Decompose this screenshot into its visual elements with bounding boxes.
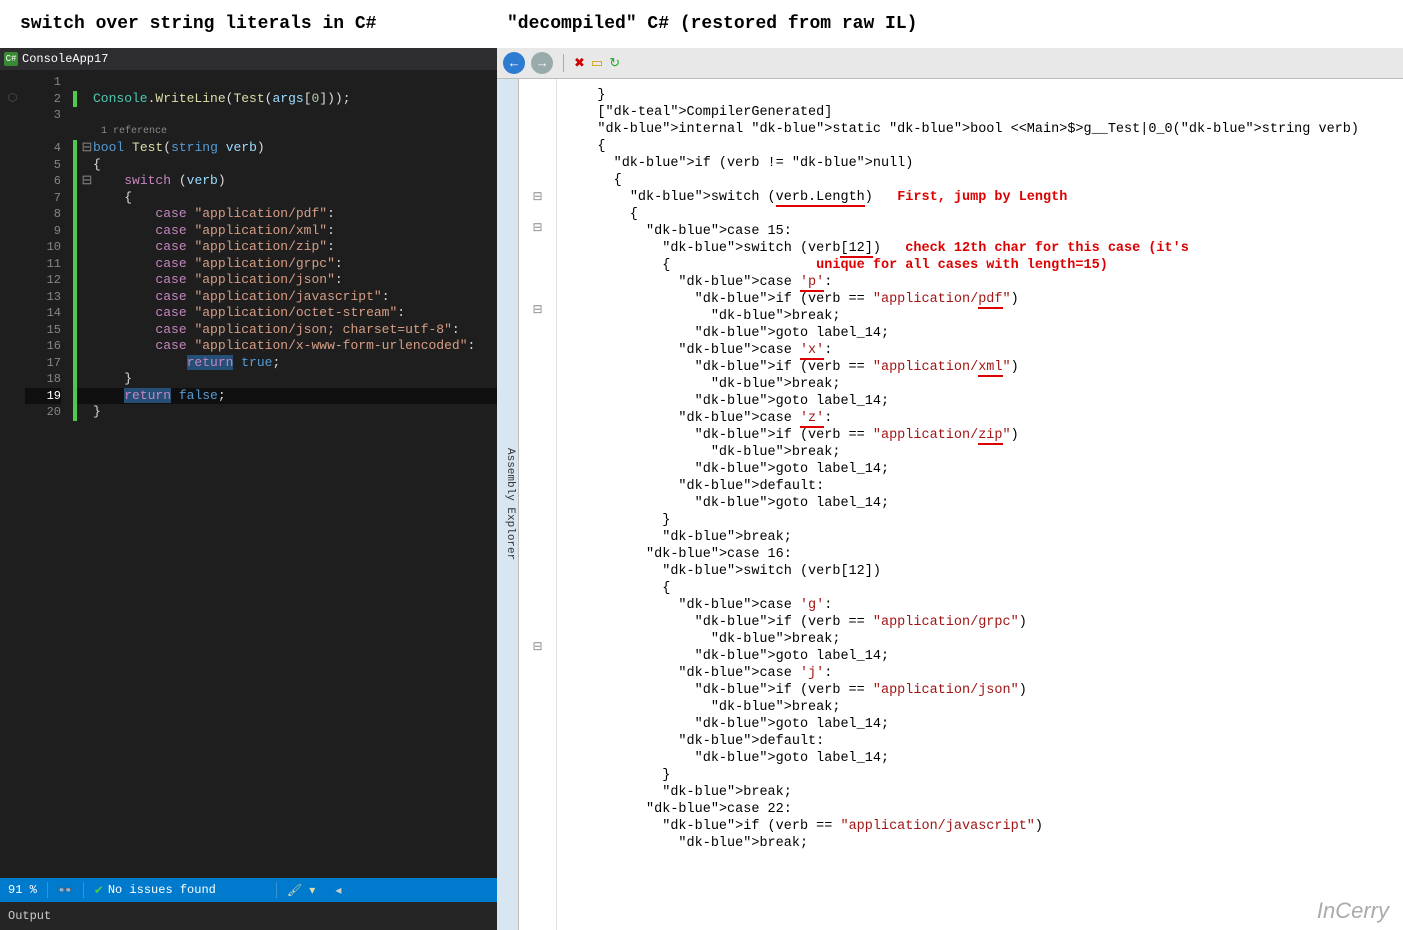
right-title: "decompiled" C# (restored from raw IL) bbox=[497, 0, 1403, 48]
decompiled-code[interactable]: } ["dk-teal">CompilerGenerated] "dk-blue… bbox=[557, 79, 1403, 930]
decompiler-toolbar: ← → ✖ ▭ ↻ bbox=[497, 48, 1403, 79]
csharp-icon: C# bbox=[4, 52, 18, 66]
refresh-icon[interactable]: ↻ bbox=[609, 56, 620, 71]
codelens-references[interactable]: 1 reference bbox=[81, 124, 167, 141]
fold-icon[interactable]: ⊟ bbox=[81, 173, 93, 190]
assembly-explorer-tab[interactable]: Assembly Explorer bbox=[497, 79, 519, 930]
check-icon: ✔ bbox=[94, 883, 104, 898]
nav-forward-button[interactable]: → bbox=[531, 52, 553, 74]
fold-gutter[interactable]: ⊟ ⊟ ⊟ ⊟ bbox=[519, 79, 557, 930]
editor-tab-bar[interactable]: C# ConsoleApp17 bbox=[0, 48, 497, 70]
source-editor-panel: switch over string literals in C# C# Con… bbox=[0, 0, 497, 930]
clear-icon[interactable]: ✖ bbox=[574, 56, 585, 71]
decompiler-panel: "decompiled" C# (restored from raw IL) ←… bbox=[497, 0, 1403, 930]
line-number-gutter[interactable]: 123 456 789 101112 131415 161718 1920 bbox=[25, 70, 73, 878]
glasses-icon[interactable]: 👓 bbox=[58, 883, 73, 898]
watermark: InCerry bbox=[1317, 898, 1389, 924]
zoom-level[interactable]: 91 % bbox=[8, 883, 37, 897]
code-content[interactable]: Console.WriteLine(Test(args[0])); 1 refe… bbox=[73, 70, 497, 878]
tab-name[interactable]: ConsoleApp17 bbox=[22, 52, 108, 66]
issues-status[interactable]: No issues found bbox=[108, 883, 216, 897]
caret-left-icon[interactable]: ◂ bbox=[335, 883, 341, 898]
nav-back-button[interactable]: ← bbox=[503, 52, 525, 74]
breakpoint-margin[interactable]: ⬡ bbox=[0, 70, 25, 878]
left-title: switch over string literals in C# bbox=[0, 0, 497, 48]
brush-icon[interactable]: 🖌 ▾ bbox=[287, 883, 315, 898]
fold-icon[interactable]: ⊟ bbox=[81, 140, 93, 157]
status-bar: 91 % 👓 ✔ No issues found 🖌 ▾ ◂ bbox=[0, 878, 497, 902]
tag-icon[interactable]: ▭ bbox=[591, 56, 603, 71]
output-panel-header[interactable]: Output bbox=[0, 902, 497, 930]
